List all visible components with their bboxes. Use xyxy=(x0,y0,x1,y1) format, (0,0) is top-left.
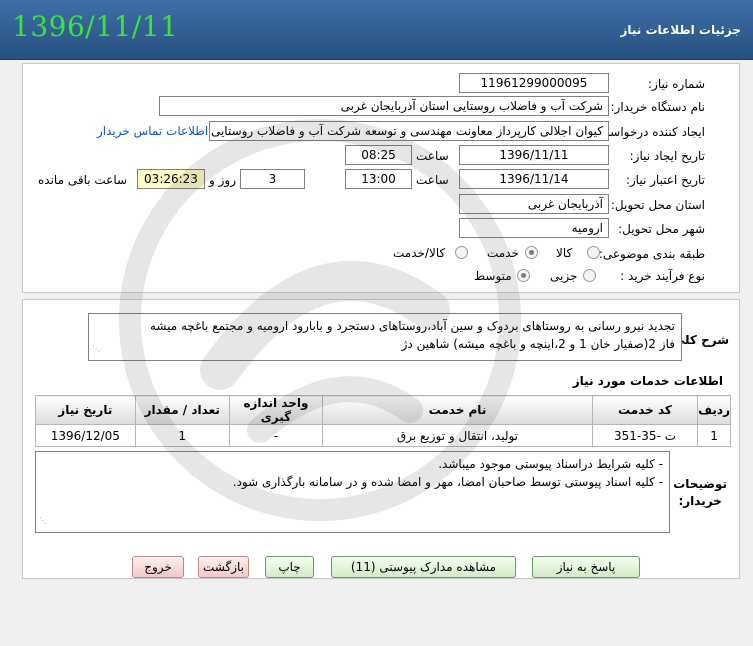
buyer-org-label: نام دستگاه خریدار: xyxy=(610,100,706,114)
print-button[interactable]: چاپ xyxy=(265,556,314,578)
created-date-label: تاریخ ایجاد نیاز: xyxy=(629,149,705,163)
services-section-title: اطلاعات خدمات مورد نیاز xyxy=(572,374,723,388)
process-minor-radio[interactable] xyxy=(583,269,596,282)
column-header-unit: واحد اندازه گیری xyxy=(228,395,324,425)
header-bar: 1396/11/11 جزئیات اطلاعات نیاز xyxy=(0,0,753,60)
cell-need-date: 1396/12/05 xyxy=(35,424,136,447)
days-label: روز و xyxy=(209,173,236,187)
created-time-label: ساعت xyxy=(416,149,449,163)
process-medium-label: متوسط xyxy=(474,269,512,283)
resize-grip-icon[interactable]: ⋰ xyxy=(92,340,100,358)
category-goods-label: کالا xyxy=(556,246,573,260)
column-header-name: نام خدمت xyxy=(322,395,593,425)
view-attachments-button[interactable]: مشاهده مدارک پیوستی (11) xyxy=(331,556,516,578)
buyer-notes-line-1: - کلیه شرایط دراسناد پیوستی موجود میباشد… xyxy=(438,457,663,471)
validity-time-field: 13:00 xyxy=(345,169,412,189)
validity-date-field: 1396/11/14 xyxy=(459,169,609,189)
description-line-2: فاز 2(صفیار خان 1 و 2،اینچه و باغچه میشه… xyxy=(401,337,675,351)
buyer-notes-label: توضیحات خریدار: xyxy=(673,476,727,510)
validity-date-label: تاریخ اعتبار نیاز: xyxy=(625,173,705,187)
cell-service-name: تولید، انتقال و توزیع برق xyxy=(322,424,593,447)
category-goods-service-label: کالا/خدمت xyxy=(393,246,446,260)
reply-to-need-button[interactable]: پاسخ به نیاز xyxy=(532,556,640,578)
buyer-notes-textarea: - کلیه شرایط دراسناد پیوستی موجود میباشد… xyxy=(35,451,670,533)
column-header-quantity: تعداد / مقدار xyxy=(134,395,230,425)
column-header-date: تاریخ نیاز xyxy=(35,395,136,425)
city-field: ارومیه xyxy=(459,218,609,238)
creator-field: کیوان اجلالی کارپرداز معاونت مهندسی و تو… xyxy=(209,121,609,141)
page-title: جزئیات اطلاعات نیاز xyxy=(620,23,741,37)
category-service-label: خدمت xyxy=(487,246,519,260)
back-button[interactable]: بازگشت xyxy=(198,556,249,578)
category-goods-radio[interactable] xyxy=(587,246,600,259)
category-goods-service-radio[interactable] xyxy=(455,246,468,259)
description-line-1: تجدید نیرو رسانی به روستاهای بردوک و سین… xyxy=(149,319,675,333)
remaining-time-label: ساعت باقی مانده xyxy=(38,173,128,187)
province-label: استان محل تحویل: xyxy=(610,198,705,212)
buyer-notes-line-2: - کلیه اسناد پیوستی توسط صاحبان امضا، مه… xyxy=(232,475,663,489)
buyer-org-field: شرکت آب و فاضلاب روستایی استان آذربایجان… xyxy=(159,96,609,116)
category-label: طبقه بندی موضوعی: xyxy=(598,247,705,261)
need-number-label: شماره نیاز: xyxy=(648,77,705,91)
process-type-label: نوع فرآیند خرید : xyxy=(620,269,705,283)
remaining-days-field: 3 xyxy=(240,169,305,189)
cell-quantity: 1 xyxy=(134,424,230,447)
cell-service-code: ت -35-351 xyxy=(591,424,699,447)
cell-row-number: 1 xyxy=(697,424,731,447)
exit-button[interactable]: خروج xyxy=(132,556,184,578)
services-table-header: ردیف کد خدمت نام خدمت واحد اندازه گیری ت… xyxy=(35,395,731,425)
table-row: 1 ت -35-351 تولید، انتقال و توزیع برق - … xyxy=(35,424,731,447)
process-minor-label: جزیی xyxy=(550,269,578,283)
cell-unit: - xyxy=(228,424,324,447)
buyer-contact-link[interactable]: اطلاعات تماس خریدار xyxy=(97,124,208,138)
column-header-code: کد خدمت xyxy=(591,395,699,425)
header-date: 1396/11/11 xyxy=(12,10,179,43)
need-number-field: 11961299000095 xyxy=(459,73,609,93)
process-medium-radio[interactable] xyxy=(517,269,530,282)
services-table: ردیف کد خدمت نام خدمت واحد اندازه گیری ت… xyxy=(35,395,731,447)
creator-label: ایجاد کننده درخواست: xyxy=(594,125,705,139)
city-label: شهر محل تحویل: xyxy=(618,222,705,236)
buyer-notes-label-line-1: توضیحات xyxy=(673,477,727,491)
created-time-field: 08:25 xyxy=(345,145,412,165)
province-field: آذربایجان غربی xyxy=(459,194,609,214)
resize-grip-icon[interactable]: ⋰ xyxy=(39,512,47,530)
buyer-notes-label-line-2: خریدار: xyxy=(678,494,722,508)
remaining-time-field: 03:26:23 xyxy=(137,169,205,189)
description-textarea: تجدید نیرو رسانی به روستاهای بردوک و سین… xyxy=(88,313,682,361)
category-service-radio[interactable] xyxy=(525,246,538,259)
validity-time-label: ساعت xyxy=(416,173,449,187)
column-header-row: ردیف xyxy=(697,395,731,425)
created-date-field: 1396/11/11 xyxy=(459,145,609,165)
